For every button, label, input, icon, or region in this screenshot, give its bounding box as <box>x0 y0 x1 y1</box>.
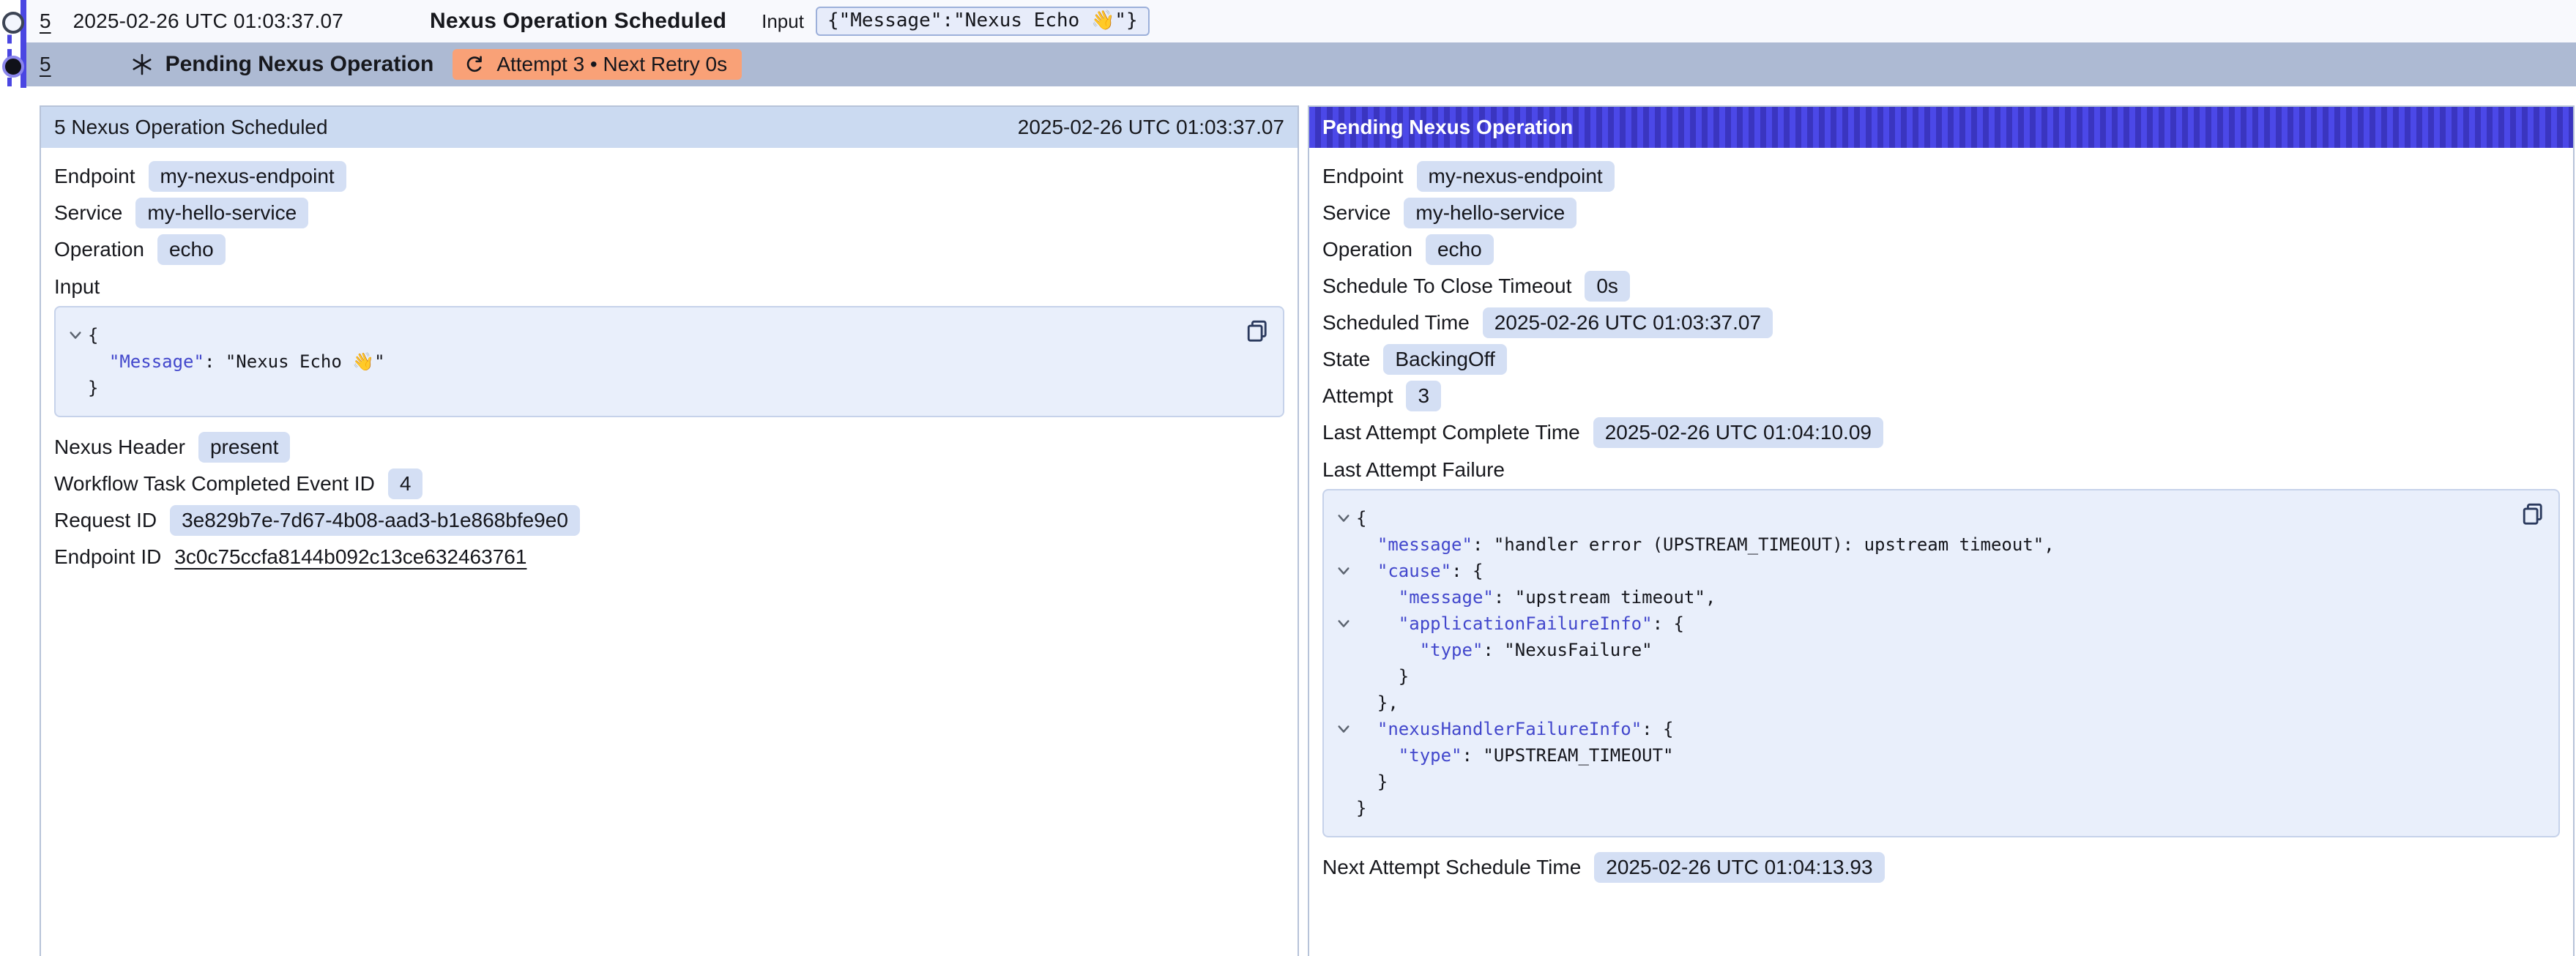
field-next-attempt-schedule-time: Next Attempt Schedule Time 2025-02-26 UT… <box>1322 852 2560 883</box>
event-title: Pending Nexus Operation <box>165 52 434 77</box>
retry-status-badge: Attempt 3 • Next Retry 0s <box>453 49 742 80</box>
collapse-chevron-icon[interactable] <box>1331 558 1356 584</box>
field-last-attempt-complete-time: Last Attempt Complete Time 2025-02-26 UT… <box>1322 417 2560 448</box>
field-service: Service my-hello-service <box>54 198 1284 228</box>
field-nexus-header: Nexus Header present <box>54 432 1284 463</box>
last-attempt-failure-label: Last Attempt Failure <box>1322 458 2560 482</box>
endpoint-id-link[interactable]: 3c0c75ccfa8144b092c13ce632463761 <box>174 545 526 569</box>
field-value-badge: 4 <box>388 468 423 499</box>
input-section-label: Input <box>54 275 1284 299</box>
field-workflow-task-completed-event-id: Workflow Task Completed Event ID 4 <box>54 468 1284 499</box>
retry-badge-label: Attempt 3 • Next Retry 0s <box>496 53 727 76</box>
field-request-id: Request ID 3e829b7e-7d67-4b08-aad3-b1e86… <box>54 505 1284 536</box>
field-service: Service my-hello-service <box>1322 198 2560 228</box>
event-title: Nexus Operation Scheduled <box>430 9 726 34</box>
field-value-badge: 2025-02-26 UTC 01:04:13.93 <box>1594 852 1884 883</box>
scheduled-panel-header: 5 Nexus Operation Scheduled 2025-02-26 U… <box>41 107 1298 148</box>
field-endpoint: Endpoint my-nexus-endpoint <box>54 161 1284 192</box>
timeline-marker-scheduled-icon <box>2 12 24 34</box>
field-value-badge: my-hello-service <box>135 198 308 228</box>
timeline-marker-current-icon <box>2 56 24 78</box>
collapse-chevron-icon[interactable] <box>1331 505 1356 531</box>
panel-title: 5 Nexus Operation Scheduled <box>54 116 328 139</box>
field-value-badge: 2025-02-26 UTC 01:04:10.09 <box>1593 417 1883 448</box>
field-value-badge: echo <box>1426 234 1494 265</box>
field-operation: Operation echo <box>1322 234 2560 265</box>
input-label: Input <box>762 10 804 33</box>
retry-icon <box>464 54 485 75</box>
field-operation: Operation echo <box>54 234 1284 265</box>
timeline-accent-bar <box>21 0 26 88</box>
field-attempt: Attempt 3 <box>1322 381 2560 411</box>
pending-nexus-operation-panel: Pending Nexus Operation Endpoint my-nexu… <box>1308 105 2575 956</box>
event-detail-panels: 5 Nexus Operation Scheduled 2025-02-26 U… <box>40 105 2576 956</box>
field-value-badge: my-nexus-endpoint <box>1417 161 1615 192</box>
field-value-badge: my-nexus-endpoint <box>149 161 346 192</box>
pending-asterisk-icon <box>130 53 154 76</box>
field-schedule-to-close-timeout: Schedule To Close Timeout 0s <box>1322 271 2560 302</box>
panel-title: Pending Nexus Operation <box>1322 116 1573 139</box>
copy-icon[interactable] <box>2519 501 2547 529</box>
event-row-nexus-operation-scheduled[interactable]: 5 2025-02-26 UTC 01:03:37.07 Nexus Opera… <box>25 0 2576 42</box>
field-value-badge: my-hello-service <box>1404 198 1577 228</box>
collapse-chevron-icon[interactable] <box>63 322 88 348</box>
field-value-badge: echo <box>157 234 226 265</box>
event-history-detail-view: 5 2025-02-26 UTC 01:03:37.07 Nexus Opera… <box>0 0 2576 956</box>
input-json-viewer: { "Message": "Nexus Echo 👋"} <box>54 306 1284 417</box>
collapse-chevron-icon[interactable] <box>1331 716 1356 742</box>
input-preview-chip: {"Message":"Nexus Echo 👋"} <box>816 7 1150 36</box>
copy-icon[interactable] <box>1243 318 1271 346</box>
field-value-badge: 2025-02-26 UTC 01:03:37.07 <box>1483 307 1773 338</box>
pending-panel-header: Pending Nexus Operation <box>1309 107 2573 148</box>
field-endpoint: Endpoint my-nexus-endpoint <box>1322 161 2560 192</box>
field-value-badge: 3e829b7e-7d67-4b08-aad3-b1e868bfe9e0 <box>170 505 580 536</box>
panel-timestamp: 2025-02-26 UTC 01:03:37.07 <box>1018 116 1284 139</box>
event-row-pending-nexus-operation[interactable]: 5 Pending Nexus Operation Attempt 3 • Ne… <box>25 42 2576 86</box>
field-value-badge: 0s <box>1585 271 1630 302</box>
collapse-chevron-icon[interactable] <box>1331 610 1356 637</box>
event-id-link[interactable]: 5 <box>40 10 51 33</box>
field-endpoint-id: Endpoint ID 3c0c75ccfa8144b092c13ce63246… <box>54 542 1284 572</box>
field-value-badge: 3 <box>1406 381 1441 411</box>
scheduled-event-panel: 5 Nexus Operation Scheduled 2025-02-26 U… <box>40 105 1299 956</box>
field-scheduled-time: Scheduled Time 2025-02-26 UTC 01:03:37.0… <box>1322 307 2560 338</box>
event-id-link[interactable]: 5 <box>40 53 51 76</box>
field-value-badge: BackingOff <box>1383 344 1506 375</box>
event-timestamp: 2025-02-26 UTC 01:03:37.07 <box>73 10 343 33</box>
field-value-badge: present <box>198 432 290 463</box>
field-state: State BackingOff <box>1322 344 2560 375</box>
last-attempt-failure-json-viewer: { "message": "handler error (UPSTREAM_TI… <box>1322 489 2560 837</box>
